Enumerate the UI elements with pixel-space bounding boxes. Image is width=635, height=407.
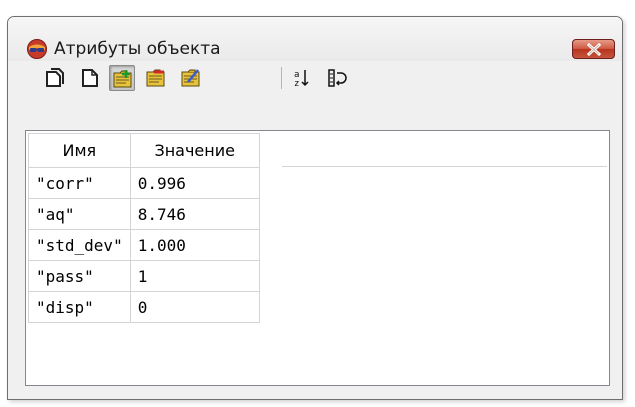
folder-edit-icon xyxy=(181,69,200,87)
attribute-value-cell[interactable]: 8.746 xyxy=(129,198,260,230)
attribute-name-cell[interactable]: "corr" xyxy=(28,167,131,199)
close-icon xyxy=(586,43,602,56)
attribute-name-cell[interactable]: "disp" xyxy=(28,291,131,323)
attribute-name-cell[interactable]: "aq" xyxy=(28,198,131,230)
sort-az-icon: a z xyxy=(294,70,309,89)
sort-button[interactable]: a z xyxy=(289,65,315,91)
close-button[interactable] xyxy=(572,39,615,59)
app-logo-icon xyxy=(26,38,48,60)
attribute-value-cell[interactable]: 0 xyxy=(129,291,260,323)
attribute-value-cell[interactable]: 1 xyxy=(129,260,260,292)
attribute-value-cell[interactable]: 0.996 xyxy=(129,167,260,199)
list-refresh-icon xyxy=(328,69,347,87)
table-row[interactable]: "std_dev" 1.000 xyxy=(28,229,260,261)
new-page-icon xyxy=(82,69,98,87)
add-folder-button[interactable] xyxy=(109,65,135,91)
attributes-grid[interactable]: Имя Значение "corr" 0.996 "aq" 8.746 "st… xyxy=(25,130,610,386)
list-refresh-button[interactable] xyxy=(324,65,350,91)
attribute-value-cell[interactable]: 1.000 xyxy=(129,229,260,261)
attribute-name-cell[interactable]: "std_dev" xyxy=(28,229,131,261)
title-bar[interactable]: Атрибуты объекта xyxy=(8,17,622,61)
copy-pages-button[interactable] xyxy=(42,65,68,91)
header-filler xyxy=(282,133,607,167)
copy-pages-icon xyxy=(46,68,64,87)
folder-remove-icon xyxy=(146,69,165,87)
folder-add-icon xyxy=(113,70,132,88)
window-title: Атрибуты объекта xyxy=(54,39,221,59)
table-row[interactable]: "disp" 0 xyxy=(28,291,260,323)
attribute-name-cell[interactable]: "pass" xyxy=(28,260,131,292)
attributes-table: Имя Значение "corr" 0.996 "aq" 8.746 "st… xyxy=(28,133,260,323)
column-header-value[interactable]: Значение xyxy=(129,133,260,168)
remove-folder-button[interactable] xyxy=(143,65,169,91)
table-row[interactable]: "pass" 1 xyxy=(28,260,260,292)
table-row[interactable]: "corr" 0.996 xyxy=(28,167,260,199)
toolbar-separator xyxy=(281,67,282,89)
edit-folder-button[interactable] xyxy=(178,65,204,91)
new-page-button[interactable] xyxy=(77,65,103,91)
column-header-name[interactable]: Имя xyxy=(28,133,131,168)
table-row[interactable]: "aq" 8.746 xyxy=(28,198,260,230)
table-header-row: Имя Значение xyxy=(28,133,260,168)
svg-text:z: z xyxy=(294,79,299,89)
